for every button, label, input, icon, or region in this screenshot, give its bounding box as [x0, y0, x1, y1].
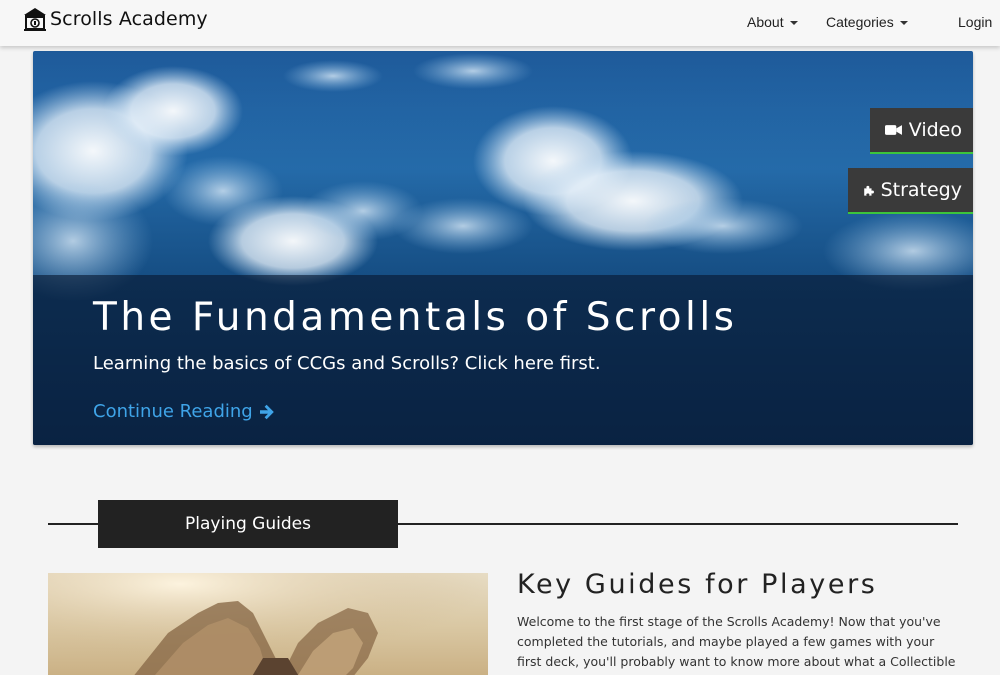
video-tag-button[interactable]: Video: [870, 108, 973, 154]
strategy-tag-button[interactable]: Strategy: [848, 168, 973, 214]
hero-title[interactable]: The Fundamentals of Scrolls: [93, 295, 737, 340]
nav-login-link[interactable]: Login: [958, 14, 992, 30]
puzzle-piece-icon: [864, 185, 874, 196]
brand-link[interactable]: Scrolls Academy: [22, 6, 208, 32]
video-camera-icon: [885, 125, 902, 135]
academy-building-icon: [24, 8, 46, 31]
top-navbar: Scrolls Academy About Categories Login: [0, 0, 1000, 46]
brand-name: Scrolls Academy: [50, 8, 208, 30]
section-heading-playing-guides: Playing Guides: [98, 500, 398, 548]
article-title[interactable]: Key Guides for Players: [517, 569, 877, 600]
article-excerpt: Welcome to the first stage of the Scroll…: [517, 614, 956, 675]
nav-about-dropdown[interactable]: About: [747, 14, 798, 30]
hero-subtitle: Learning the basics of CCGs and Scrolls?…: [93, 353, 601, 374]
nav-login-label: Login: [958, 14, 993, 30]
nav-about-label: About: [747, 14, 784, 30]
arrow-right-icon: [259, 404, 274, 419]
nav-categories-dropdown[interactable]: Categories: [826, 14, 908, 30]
continue-reading-link[interactable]: Continue Reading: [93, 401, 276, 422]
featured-hero-banner[interactable]: The Fundamentals of Scrolls Learning the…: [33, 51, 973, 445]
strategy-tag-label: Strategy: [880, 179, 962, 201]
article-thumbnail-image[interactable]: [48, 573, 488, 675]
caret-down-icon: [899, 20, 908, 25]
video-tag-label: Video: [908, 119, 962, 141]
continue-reading-label: Continue Reading: [93, 401, 253, 422]
caret-down-icon: [789, 20, 798, 25]
winged-creature-art: [48, 573, 488, 675]
nav-categories-label: Categories: [826, 14, 894, 30]
